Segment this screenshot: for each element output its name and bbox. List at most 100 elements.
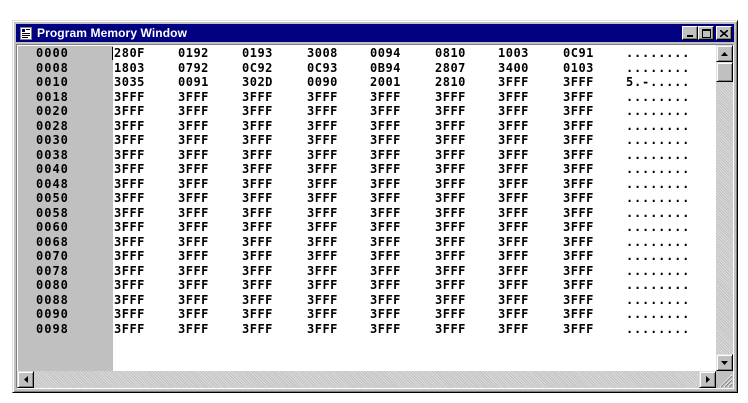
memory-word[interactable]: 3FFF [242,235,298,250]
memory-word[interactable]: 3FFF [563,191,619,206]
memory-word[interactable]: 3FFF [307,264,363,279]
memory-word[interactable]: 3FFF [242,220,298,235]
memory-row[interactable]: 0048 3FFF 3FFF 3FFF 3FFF 3FFF 3FFF 3FFF 3FFF....… [18,177,715,192]
memory-word[interactable]: 1803 [114,61,170,76]
scroll-up-button[interactable] [716,45,733,62]
memory-word[interactable]: 3FFF [563,278,619,293]
memory-word[interactable]: 3FFF [178,235,234,250]
memory-word[interactable]: 3FFF [114,307,170,322]
memory-word[interactable]: 3FFF [370,220,426,235]
memory-word[interactable]: 3FFF [307,133,363,148]
memory-word[interactable]: 3FFF [563,322,619,337]
memory-word[interactable]: 3FFF [498,322,554,337]
memory-word[interactable]: 3FFF [178,307,234,322]
memory-row[interactable]: 0008 1803 0792 0C92 0C93 0B94 2807 3400 0103....… [18,61,715,76]
memory-word[interactable]: 3FFF [114,264,170,279]
memory-view[interactable]: 0000 280F 0192 0193 3008 0094 0810 1003 0C91....… [16,44,734,389]
memory-word[interactable]: 3FFF [435,220,491,235]
memory-row[interactable]: 0040 3FFF 3FFF 3FFF 3FFF 3FFF 3FFF 3FFF 3FFF....… [18,162,715,177]
memory-word[interactable]: 3FFF [242,264,298,279]
memory-word[interactable]: 3FFF [242,119,298,134]
memory-word[interactable]: 3FFF [370,104,426,119]
memory-word[interactable]: 0192 [178,46,234,61]
memory-word[interactable]: 3FFF [178,249,234,264]
memory-word[interactable]: 3FFF [114,293,170,308]
memory-row[interactable]: 0010 3035 0091 302D 0090 2001 2810 3FFF 3FFF 5.-.… [18,75,715,90]
memory-word[interactable]: 3FFF [307,322,363,337]
memory-word[interactable]: 302D [242,75,298,90]
memory-word[interactable]: 3FFF [498,119,554,134]
memory-word[interactable]: 3FFF [435,191,491,206]
memory-word[interactable]: 3FFF [370,177,426,192]
scroll-left-button[interactable] [17,371,34,388]
memory-word[interactable]: 3FFF [563,90,619,105]
memory-word[interactable]: 3FFF [435,235,491,250]
memory-word[interactable]: 3FFF [114,148,170,163]
memory-word[interactable]: 3FFF [242,90,298,105]
memory-word[interactable]: 3FFF [307,293,363,308]
vertical-scroll-thumb[interactable] [716,62,733,82]
memory-word[interactable]: 3FFF [435,133,491,148]
memory-word[interactable]: 3FFF [563,162,619,177]
memory-word[interactable]: 3FFF [563,307,619,322]
memory-word[interactable]: 3FFF [242,307,298,322]
memory-word[interactable]: 3FFF [178,264,234,279]
memory-word[interactable]: 3FFF [307,162,363,177]
memory-word[interactable]: 3FFF [370,322,426,337]
memory-word[interactable]: 3FFF [370,264,426,279]
memory-word[interactable]: 3FFF [498,133,554,148]
memory-word[interactable]: 3FFF [178,177,234,192]
memory-word[interactable]: 3FFF [563,235,619,250]
memory-word[interactable]: 0091 [178,75,234,90]
memory-word[interactable]: 3FFF [435,307,491,322]
minimize-button[interactable] [682,26,698,40]
memory-word[interactable]: 3FFF [563,249,619,264]
maximize-button[interactable] [698,26,714,40]
memory-word[interactable]: 3FFF [114,206,170,221]
memory-word[interactable]: 280F [114,46,170,61]
memory-word[interactable]: 3FFF [435,264,491,279]
memory-word[interactable]: 0193 [242,46,298,61]
memory-word[interactable]: 3FFF [242,293,298,308]
scroll-down-button[interactable] [716,354,733,371]
memory-word[interactable]: 3FFF [178,162,234,177]
memory-word[interactable]: 3035 [114,75,170,90]
memory-word[interactable]: 3FFF [114,119,170,134]
memory-row[interactable]: 0098 3FFF 3FFF 3FFF 3FFF 3FFF 3FFF 3FFF 3FFF....… [18,322,715,337]
memory-word[interactable]: 3FFF [242,162,298,177]
memory-word[interactable]: 3FFF [307,104,363,119]
memory-word[interactable]: 0B94 [370,61,426,76]
memory-word[interactable]: 3FFF [307,220,363,235]
memory-word[interactable]: 2807 [435,61,491,76]
memory-word[interactable]: 3FFF [563,75,619,90]
window-app-icon[interactable] [19,26,33,40]
memory-word[interactable]: 0090 [307,75,363,90]
memory-word[interactable]: 3FFF [178,206,234,221]
scroll-right-button[interactable] [699,371,716,388]
memory-row[interactable]: 0058 3FFF 3FFF 3FFF 3FFF 3FFF 3FFF 3FFF 3FFF....… [18,206,715,221]
memory-word[interactable]: 3FFF [178,119,234,134]
memory-row[interactable]: 0050 3FFF 3FFF 3FFF 3FFF 3FFF 3FFF 3FFF 3FFF....… [18,191,715,206]
memory-word[interactable]: 3FFF [307,278,363,293]
memory-word[interactable]: 3FFF [370,162,426,177]
memory-word[interactable]: 3FFF [435,278,491,293]
memory-word[interactable]: 1003 [498,46,554,61]
memory-word[interactable]: 3FFF [435,90,491,105]
memory-word[interactable]: 3FFF [178,278,234,293]
memory-word[interactable]: 2810 [435,75,491,90]
memory-word[interactable]: 3FFF [114,162,170,177]
memory-word[interactable]: 3FFF [498,75,554,90]
memory-word[interactable]: 3FFF [242,191,298,206]
memory-word[interactable]: 3FFF [178,104,234,119]
memory-word[interactable]: 3FFF [498,249,554,264]
memory-word[interactable]: 3FFF [307,119,363,134]
memory-word[interactable]: 3FFF [498,90,554,105]
memory-word[interactable]: 3FFF [563,293,619,308]
memory-row[interactable]: 0080 3FFF 3FFF 3FFF 3FFF 3FFF 3FFF 3FFF 3FFF....… [18,278,715,293]
memory-word[interactable]: 3FFF [370,119,426,134]
memory-word[interactable]: 0792 [178,61,234,76]
memory-row[interactable]: 0000 280F 0192 0193 3008 0094 0810 1003 0C91....… [18,46,715,61]
memory-word[interactable]: 3FFF [114,133,170,148]
memory-word[interactable]: 3FFF [563,104,619,119]
memory-row[interactable]: 0088 3FFF 3FFF 3FFF 3FFF 3FFF 3FFF 3FFF 3FFF....… [18,293,715,308]
